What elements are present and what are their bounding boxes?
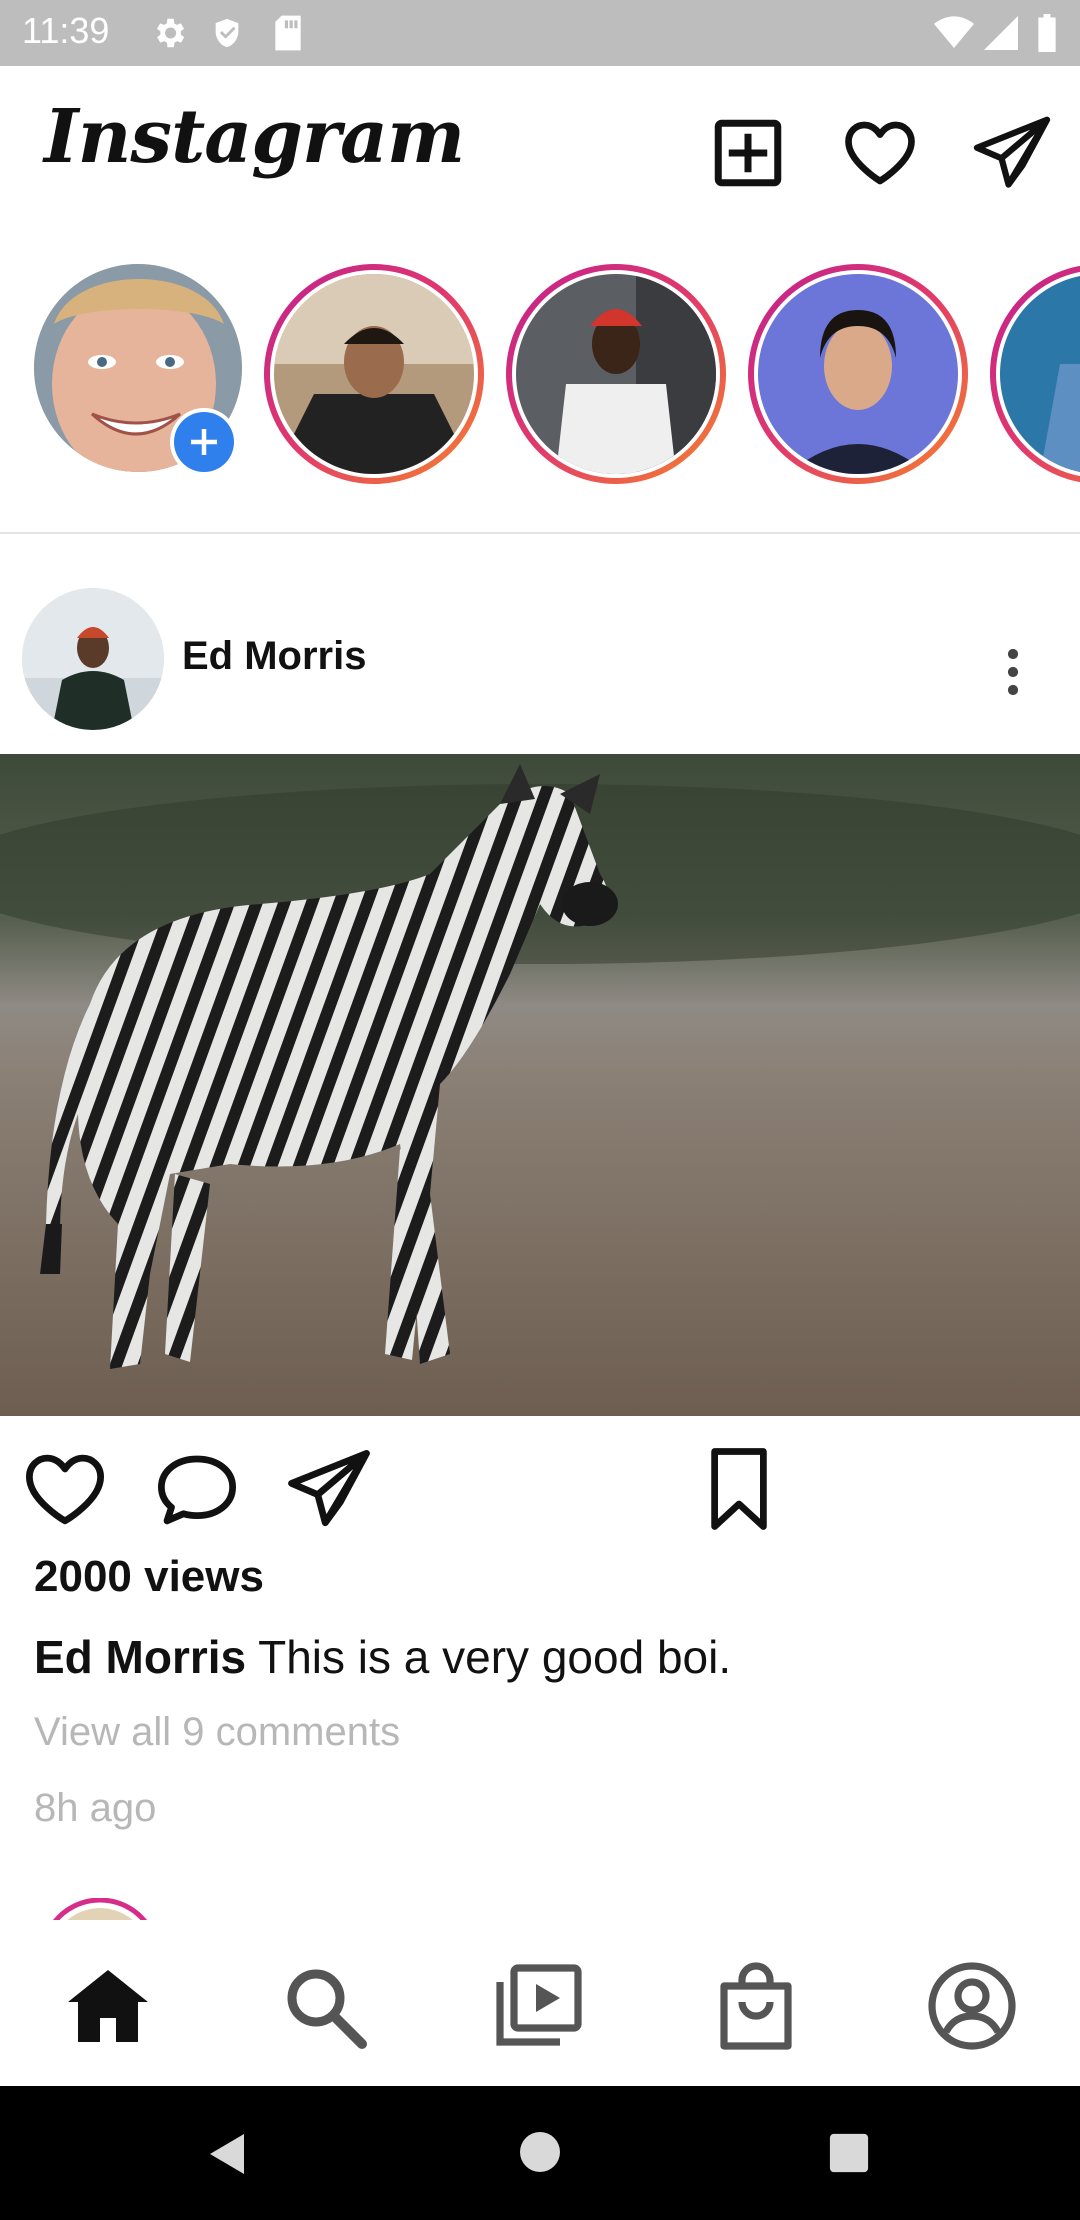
system-navigation-bar bbox=[0, 2086, 1080, 2220]
wifi-icon bbox=[934, 16, 974, 48]
bookmark-icon[interactable] bbox=[694, 1444, 784, 1534]
post-timestamp: 8h ago bbox=[34, 1786, 157, 1830]
stories-tray[interactable] bbox=[0, 236, 1080, 532]
bottom-navigation bbox=[0, 1920, 1080, 2086]
instagram-logo: Instagram bbox=[44, 94, 465, 180]
settings-icon bbox=[156, 18, 185, 48]
top-app-bar: Instagram bbox=[0, 66, 1080, 236]
add-story-badge[interactable] bbox=[170, 408, 238, 476]
view-comments-link[interactable]: View all 9 comments bbox=[34, 1710, 400, 1755]
post-author-name[interactable]: Ed Morris bbox=[182, 634, 366, 679]
post-author-avatar[interactable] bbox=[22, 588, 164, 730]
more-options-icon[interactable] bbox=[998, 648, 1028, 696]
recents-icon[interactable] bbox=[828, 2132, 870, 2174]
signal-icon bbox=[984, 16, 1018, 50]
sd-card-icon bbox=[275, 15, 301, 51]
add-story-icon bbox=[174, 412, 234, 472]
caption-text: This is a very good boi. bbox=[246, 1631, 732, 1683]
send-icon[interactable] bbox=[970, 111, 1054, 195]
story-item[interactable] bbox=[990, 264, 1080, 484]
home-icon[interactable] bbox=[60, 1958, 156, 2054]
profile-icon[interactable] bbox=[924, 1958, 1020, 2054]
shop-icon[interactable] bbox=[708, 1958, 804, 2054]
battery-icon bbox=[1038, 14, 1056, 52]
story-item[interactable] bbox=[748, 264, 968, 484]
status-bar: 11:39 bbox=[0, 0, 1080, 66]
story-photo bbox=[758, 274, 958, 474]
home-circle-icon[interactable] bbox=[518, 2130, 562, 2174]
divider bbox=[0, 532, 1080, 534]
like-icon[interactable] bbox=[20, 1444, 110, 1534]
share-icon[interactable] bbox=[284, 1444, 374, 1534]
story-item[interactable] bbox=[506, 264, 726, 484]
add-post-icon[interactable] bbox=[706, 111, 790, 195]
post-image[interactable] bbox=[0, 754, 1080, 1416]
post-caption: Ed Morris This is a very good boi. bbox=[34, 1630, 731, 1684]
back-icon[interactable] bbox=[204, 2130, 248, 2178]
story-item[interactable] bbox=[264, 264, 484, 484]
reels-icon[interactable] bbox=[492, 1958, 588, 2054]
view-count: 2000 views bbox=[34, 1552, 264, 1601]
search-icon[interactable] bbox=[276, 1958, 372, 2054]
comment-icon[interactable] bbox=[152, 1444, 242, 1534]
story-photo bbox=[516, 274, 716, 474]
story-photo bbox=[274, 274, 474, 474]
story-photo bbox=[1000, 274, 1080, 474]
heart-icon[interactable] bbox=[838, 111, 922, 195]
status-time: 11:39 bbox=[22, 10, 110, 51]
caption-author[interactable]: Ed Morris bbox=[34, 1631, 246, 1683]
shield-icon bbox=[215, 18, 239, 48]
